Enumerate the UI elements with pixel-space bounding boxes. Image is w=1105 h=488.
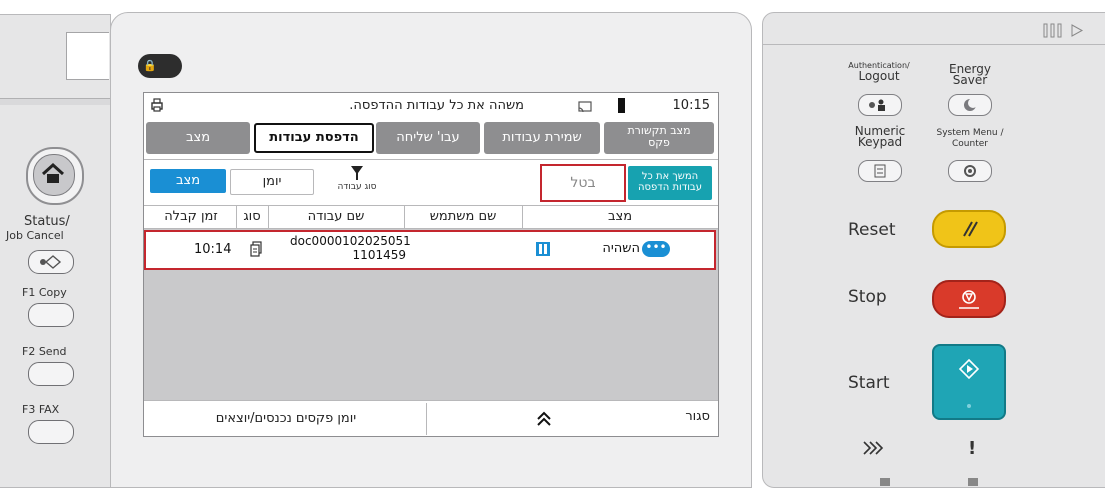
log-toggle-button[interactable]: יומן	[230, 169, 314, 195]
status-bar: משהה את כל עבודות ההדפסה. 10:15	[144, 93, 718, 120]
tab-store-jobs[interactable]: שמירת עבודות	[484, 122, 600, 154]
col-user-name: שם משתמש	[429, 209, 497, 224]
system-menu-counter-button[interactable]	[948, 160, 992, 182]
col-job-name: שם עבודה	[307, 209, 365, 224]
energy-saver-label-2: Saver	[952, 73, 988, 87]
status-job-cancel-label-2: Job Cancel	[6, 229, 64, 242]
keypad-icon	[874, 164, 886, 178]
home-icon	[41, 162, 65, 183]
status-eye-icon	[40, 255, 62, 269]
stop-button[interactable]	[932, 280, 1006, 318]
document-icon	[250, 241, 262, 257]
numeric-keypad-label: Numeric Keypad	[848, 125, 912, 149]
lock-icon: 🔒	[140, 56, 160, 76]
gear-icon	[964, 165, 976, 177]
tab-print-jobs[interactable]: הדפסת עבודות	[254, 123, 374, 153]
stop-icon	[959, 290, 979, 309]
more-icon[interactable]: •••	[642, 241, 670, 257]
left-shelf	[0, 98, 110, 105]
table-row[interactable]: 10:14 doc0000102025051 1101459 השהיה •••	[144, 230, 716, 270]
reset-label: Reset	[848, 220, 896, 240]
right-panel-divider	[762, 44, 1105, 45]
tab-bar: מצב הדפסת עבודות עבו' שליחה שמירת עבודות…	[144, 119, 718, 159]
energy-saver-button[interactable]	[948, 94, 992, 116]
auth-logout-label-2: Logout	[858, 69, 900, 83]
f1-copy-button[interactable]	[28, 303, 74, 327]
job-toolbar: מצב יומן סוג עבודה בטל המשך את כל עבודות…	[144, 159, 718, 206]
numeric-keypad-button[interactable]	[858, 160, 902, 182]
system-menu-label-1: System Menu /	[936, 128, 1004, 138]
status-message: משהה את כל עבודות ההדפסה.	[349, 98, 524, 113]
system-menu-label-2: Counter	[952, 139, 988, 149]
status-job-cancel-button[interactable]	[28, 250, 74, 274]
start-label: Start	[848, 373, 890, 393]
panel-indicator-icon	[1043, 23, 1084, 38]
fax-log-button[interactable]: יומן פקסים נכנסים/יוצאים	[146, 403, 427, 435]
double-chevron-up-icon[interactable]	[536, 410, 552, 426]
energy-saver-label: Energy Saver	[938, 63, 1002, 87]
system-menu-label: System Menu / Counter	[928, 128, 1012, 150]
row-status-text: השהיה	[602, 241, 640, 256]
close-button[interactable]: סגור	[644, 409, 710, 424]
f2-send-label: F2 Send	[22, 345, 67, 358]
f1-copy-label: F1 Copy	[22, 286, 67, 299]
bottom-bar: יומן פקסים נכנסים/יוצאים סגור	[144, 400, 718, 436]
printer-icon	[151, 98, 163, 112]
filter-label: סוג עבודה	[337, 182, 377, 192]
cast-icon	[578, 101, 592, 113]
numeric-keypad-label-2: Keypad	[857, 135, 903, 149]
status-toggle-button[interactable]: מצב	[150, 169, 226, 193]
indicator-led-1	[880, 478, 890, 486]
auth-logout-label: Authentication/ Logout	[838, 60, 920, 82]
user-icon	[869, 99, 885, 111]
start-diamond-icon	[958, 358, 980, 408]
cancel-button[interactable]: בטל	[540, 164, 626, 202]
fast-forward-icon	[863, 441, 884, 455]
row-job-name-line1: doc0000102025051	[290, 234, 411, 248]
status-job-cancel-label-1: Status/	[24, 214, 70, 229]
job-type-filter-button[interactable]: סוג עבודה	[330, 165, 384, 201]
tab-fax-comm-status[interactable]: מצב תקשורת פקס	[604, 122, 714, 154]
touch-screen: משהה את כל עבודות ההדפסה. 10:15 מצב הדפס…	[143, 92, 719, 437]
row-received-time: 10:14	[194, 242, 232, 257]
indicator-led-2	[968, 478, 978, 486]
row-job-name: doc0000102025051 1101459	[290, 234, 411, 262]
attention-icon: !	[968, 438, 977, 459]
col-received-time: זמן קבלה	[164, 209, 218, 224]
device-icon	[618, 98, 625, 113]
tab-send-jobs[interactable]: עבו' שליחה	[376, 122, 480, 154]
pause-icon[interactable]	[536, 242, 550, 256]
f3-fax-button[interactable]	[28, 420, 74, 444]
row-job-name-line2: 1101459	[352, 248, 406, 262]
reset-button[interactable]	[932, 210, 1006, 248]
clock: 10:15	[672, 98, 710, 113]
filter-icon	[351, 166, 363, 180]
tab-status[interactable]: מצב	[146, 122, 250, 154]
f2-send-button[interactable]	[28, 362, 74, 386]
f3-fax-label: F3 FAX	[22, 403, 60, 416]
reset-slash-icon	[963, 221, 978, 237]
card-slot	[66, 32, 109, 80]
auth-logout-button[interactable]	[858, 94, 902, 116]
stop-label: Stop	[848, 287, 887, 307]
col-type: סוג	[243, 209, 261, 224]
col-status: מצב	[607, 209, 633, 224]
job-table-header: זמן קבלה סוג שם עבודה שם משתמש מצב	[144, 205, 718, 229]
start-button[interactable]	[932, 344, 1006, 420]
resume-all-print-jobs-button[interactable]: המשך את כל עבודות הדפסה	[628, 166, 712, 200]
moon-icon	[964, 98, 978, 111]
